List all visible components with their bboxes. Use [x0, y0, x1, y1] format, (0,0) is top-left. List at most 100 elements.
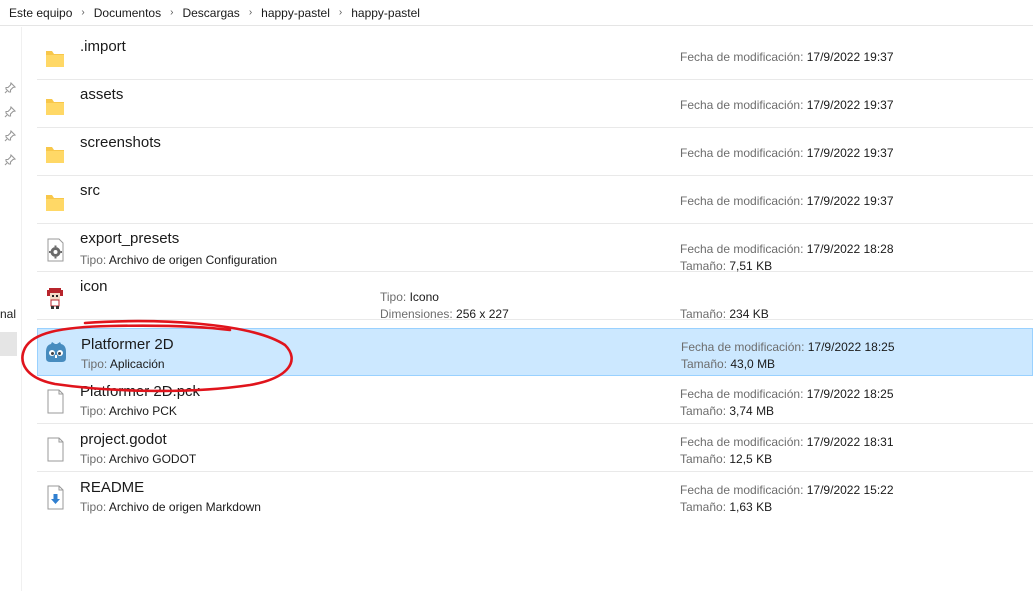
modified-meta: Fecha de modificación: 17/9/2022 19:37 [680, 194, 894, 208]
modified-value: 17/9/2022 18:31 [806, 435, 894, 449]
modified-meta: Fecha de modificación: 17/9/2022 19:37 [680, 146, 894, 160]
type-value: Archivo de origen Markdown [108, 500, 261, 514]
dimensions-meta: Dimensiones: 256 x 227 [380, 307, 509, 321]
type-label: Tipo: [380, 290, 407, 304]
godot-icon [46, 342, 66, 362]
modified-value: 17/9/2022 18:25 [806, 387, 894, 401]
modified-label: Fecha de modificación: [680, 435, 804, 449]
file-row-platformer-2d[interactable]: Platformer 2D Tipo: Aplicación Fecha de … [37, 328, 1033, 376]
modified-label: Fecha de modificación: [680, 50, 804, 64]
type-value: Archivo GODOT [108, 452, 197, 466]
file-name: README [80, 479, 145, 496]
size-value: 1,63 KB [729, 500, 773, 514]
type-label: Tipo: [80, 452, 107, 466]
size-value: 7,51 KB [729, 259, 773, 273]
modified-value: 17/9/2022 15:22 [806, 483, 894, 497]
type-meta: Tipo: Archivo GODOT [80, 452, 196, 466]
size-label: Tamaño: [680, 404, 727, 418]
character-image-icon [47, 288, 63, 309]
size-label: Tamaño: [680, 307, 727, 321]
modified-meta: Fecha de modificación: 17/9/2022 15:22 [680, 483, 894, 497]
file-name: project.godot [80, 431, 167, 448]
size-label: Tamaño: [680, 500, 727, 514]
size-meta: Tamaño: 12,5 KB [680, 452, 772, 466]
modified-label: Fecha de modificación: [680, 146, 804, 160]
file-row-readme[interactable]: README Tipo: Archivo de origen Markdown … [37, 473, 1033, 520]
file-name: .import [80, 38, 126, 55]
pin-icon[interactable] [4, 82, 16, 94]
modified-meta: Fecha de modificación: 17/9/2022 18:25 [680, 387, 894, 401]
markdown-file-icon [47, 485, 64, 510]
size-meta: Tamaño: 1,63 KB [680, 500, 772, 514]
size-label: Tamaño: [681, 357, 728, 371]
type-meta: Tipo: Archivo de origen Configuration [80, 253, 277, 267]
modified-meta: Fecha de modificación: 17/9/2022 19:37 [680, 98, 894, 112]
breadcrumb-item-happy-pastel-current[interactable]: happy-pastel [342, 6, 420, 20]
breadcrumb-item-descargas[interactable]: Descargas [173, 6, 239, 20]
type-label: Tipo: [80, 404, 107, 418]
folder-icon [46, 99, 64, 115]
size-value: 234 KB [729, 307, 769, 321]
file-row-import[interactable]: .import Fecha de modificación: 17/9/2022… [37, 33, 1033, 80]
file-row-screenshots[interactable]: screenshots Fecha de modificación: 17/9/… [37, 129, 1033, 176]
breadcrumb-item-documentos[interactable]: Documentos [85, 6, 161, 20]
type-meta: Tipo: Icono [380, 290, 439, 304]
blank-file-icon [47, 437, 64, 462]
size-meta: Tamaño: 234 KB [680, 307, 769, 321]
type-value: Archivo PCK [108, 404, 177, 418]
modified-label: Fecha de modificación: [680, 387, 804, 401]
breadcrumb-item-happy-pastel[interactable]: happy-pastel [252, 6, 330, 20]
file-name: export_presets [80, 230, 180, 247]
type-value: Icono [409, 290, 439, 304]
type-value: Archivo de origen Configuration [108, 253, 278, 267]
modified-meta: Fecha de modificación: 17/9/2022 18:28 [680, 242, 894, 256]
nav-item-partial-label[interactable]: nal [0, 307, 16, 321]
file-row-platformer-2d-pck[interactable]: Platformer 2D.pck Tipo: Archivo PCK Fech… [37, 377, 1033, 424]
file-row-project-godot[interactable]: project.godot Tipo: Archivo GODOT Fecha … [37, 425, 1033, 472]
blank-file-icon [47, 389, 64, 414]
nav-item-selected-highlight[interactable] [0, 332, 17, 356]
config-gear-icon [47, 238, 64, 262]
type-label: Tipo: [80, 253, 107, 267]
modified-meta: Fecha de modificación: 17/9/2022 18:31 [680, 435, 894, 449]
file-name: icon [80, 278, 108, 295]
pin-icon[interactable] [4, 106, 16, 118]
folder-icon [46, 51, 64, 67]
pin-icon[interactable] [4, 154, 16, 166]
file-row-icon[interactable]: icon Tipo: Icono Dimensiones: 256 x 227 … [37, 273, 1033, 321]
folder-icon [46, 147, 64, 163]
pin-icon[interactable] [4, 130, 16, 142]
file-row-src[interactable]: src Fecha de modificación: 17/9/2022 19:… [37, 177, 1033, 224]
modified-label: Fecha de modificación: [681, 340, 805, 354]
type-label: Tipo: [80, 500, 107, 514]
type-meta: Tipo: Aplicación [81, 357, 165, 371]
type-meta: Tipo: Archivo de origen Markdown [80, 500, 261, 514]
dimensions-label: Dimensiones: [380, 307, 453, 321]
file-name: src [80, 182, 100, 199]
file-row-export-presets[interactable]: export_presets Tipo: Archivo de origen C… [37, 225, 1033, 273]
type-label: Tipo: [81, 357, 108, 371]
size-value: 43,0 MB [730, 357, 776, 371]
folder-icon [46, 195, 64, 211]
size-label: Tamaño: [680, 452, 727, 466]
size-meta: Tamaño: 7,51 KB [680, 259, 772, 273]
file-row-assets[interactable]: assets Fecha de modificación: 17/9/2022 … [37, 81, 1033, 128]
modified-meta: Fecha de modificación: 17/9/2022 19:37 [680, 50, 894, 64]
size-value: 3,74 MB [729, 404, 775, 418]
breadcrumb-item-este-equipo[interactable]: Este equipo [0, 6, 72, 20]
file-name: assets [80, 86, 124, 103]
type-value: Aplicación [109, 357, 165, 371]
modified-value: 17/9/2022 18:28 [806, 242, 894, 256]
navigation-pane: nal [0, 27, 22, 591]
modified-value: 17/9/2022 19:37 [806, 194, 894, 208]
file-name: Platformer 2D.pck [80, 383, 201, 400]
modified-meta: Fecha de modificación: 17/9/2022 18:25 [681, 340, 895, 354]
modified-value: 17/9/2022 19:37 [806, 146, 894, 160]
file-name: Platformer 2D [81, 336, 174, 353]
modified-value: 17/9/2022 19:37 [806, 98, 894, 112]
size-label: Tamaño: [680, 259, 727, 273]
breadcrumb: Este equipo › Documentos › Descargas › h… [0, 0, 1033, 26]
file-name: screenshots [80, 134, 161, 151]
modified-label: Fecha de modificación: [680, 242, 804, 256]
modified-value: 17/9/2022 19:37 [806, 50, 894, 64]
